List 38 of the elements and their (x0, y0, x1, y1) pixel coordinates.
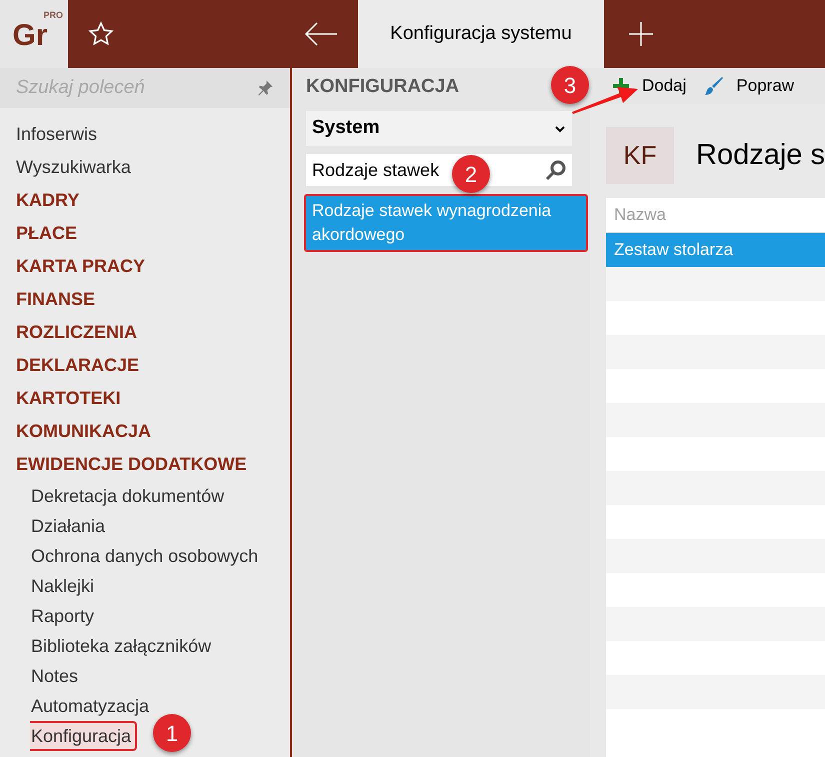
add-button[interactable]: Dodaj (612, 73, 686, 99)
category-dropdown[interactable]: System (306, 111, 572, 146)
sidebar-item[interactable]: Ochrona danych osobowych (30, 541, 262, 571)
sidebar-item[interactable]: Infoserwis (0, 118, 290, 151)
sidebar-item[interactable]: Raporty (30, 601, 98, 631)
star-icon[interactable] (88, 21, 114, 47)
module-badge: KF (606, 127, 674, 184)
plus-icon (612, 77, 630, 95)
sidebar-item[interactable]: EWIDENCJE DODATKOWE (0, 448, 290, 481)
logo: Gr (12, 21, 48, 51)
sidebar-item[interactable]: Wyszukiwarka (0, 151, 290, 184)
back-arrow-icon[interactable] (304, 22, 338, 46)
sidebar-item[interactable]: KOMUNIKACJA (0, 415, 290, 448)
logo-pro-label: PRO (43, 10, 63, 20)
sidebar-item[interactable]: Notes (30, 661, 82, 691)
sidebar-item[interactable]: DEKLARACJE (0, 349, 290, 382)
search-icon (544, 158, 568, 182)
sidebar-item[interactable]: KADRY (0, 184, 290, 217)
edit-button[interactable]: Popraw (704, 73, 794, 99)
brush-icon (704, 76, 724, 96)
page-title: Rodzaje s (696, 138, 825, 173)
sidebar-item[interactable]: Działania (30, 511, 110, 541)
sidebar-item[interactable]: FINANSE (0, 283, 290, 316)
chevron-down-icon (554, 124, 566, 132)
sidebar-item[interactable]: Automatyzacja (30, 691, 154, 721)
table-cell-text: Zestaw stolarza (613, 239, 734, 262)
sidebar-item[interactable]: Biblioteka załączników (30, 631, 216, 661)
sidebar-item[interactable]: KARTA PRACY (0, 250, 290, 283)
sidebar-item[interactable]: ROZLICZENIA (0, 316, 290, 349)
pin-icon[interactable] (256, 79, 274, 97)
panel-title: KONFIGURACJA (306, 76, 460, 98)
sidebar-item[interactable]: PŁACE (0, 217, 290, 250)
plus-icon[interactable] (628, 21, 654, 47)
sidebar-item[interactable]: Naklejki (30, 571, 98, 601)
command-search-field[interactable]: Szukaj poleceń (0, 68, 290, 108)
sidebar-item[interactable]: KARTOTEKI (0, 382, 290, 415)
sidebar-item[interactable]: Dekretacja dokumentów (30, 481, 228, 511)
sidebar-item[interactable]: Konfiguracja (30, 721, 138, 751)
